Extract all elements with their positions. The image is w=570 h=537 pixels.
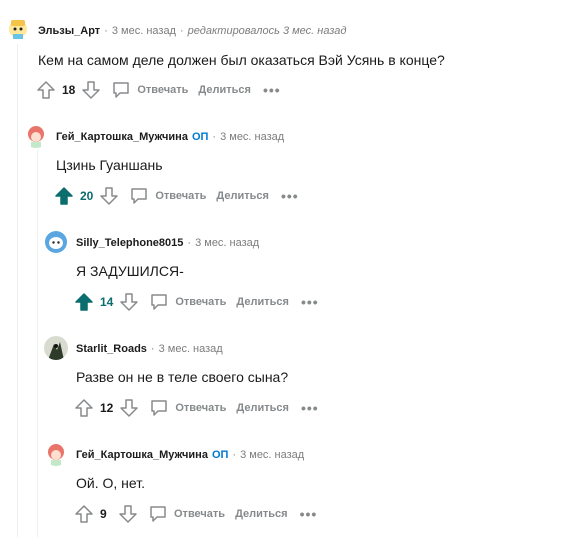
upvote-icon[interactable] bbox=[74, 504, 94, 524]
reply-label: Отвечать bbox=[175, 402, 227, 414]
comment-icon bbox=[151, 294, 168, 310]
more-options-icon[interactable]: ••• bbox=[301, 400, 319, 416]
comment-meta: Эльзы_Арт · 3 мес. назад · редактировало… bbox=[38, 25, 346, 37]
author-name[interactable]: Гей_Картошка_Мужчина bbox=[56, 131, 188, 143]
reply-button[interactable]: Отвечать bbox=[129, 186, 206, 206]
vote-score: 20 bbox=[80, 189, 94, 203]
separator: · bbox=[212, 131, 217, 143]
comment-icon bbox=[131, 188, 148, 204]
separator: · bbox=[104, 25, 108, 37]
separator: · bbox=[187, 237, 192, 249]
vote-score: 18 bbox=[62, 83, 76, 97]
upvote-icon[interactable] bbox=[74, 292, 94, 312]
upvote-icon[interactable] bbox=[74, 398, 94, 418]
separator: · bbox=[150, 343, 155, 355]
op-badge: ОП bbox=[211, 449, 229, 461]
avatar[interactable] bbox=[44, 442, 68, 466]
avatar[interactable] bbox=[6, 16, 30, 40]
comment-actions: 14 Отвечать Делиться ••• bbox=[74, 292, 319, 312]
author-name[interactable]: Эльзы_Арт bbox=[38, 25, 100, 37]
reply-button[interactable]: Отвечать bbox=[149, 398, 226, 418]
timestamp[interactable]: 3 мес. назад bbox=[112, 25, 176, 37]
comment-text: Разве он не в теле своего сына? bbox=[76, 369, 289, 385]
separator: · bbox=[232, 449, 237, 461]
reply-button[interactable]: Отвечать bbox=[148, 504, 225, 524]
reply-label: Отвечать bbox=[174, 508, 226, 520]
timestamp[interactable]: 3 мес. назад bbox=[159, 343, 223, 355]
downvote-icon[interactable] bbox=[99, 186, 119, 206]
avatar[interactable] bbox=[44, 336, 68, 360]
share-button[interactable]: Делиться bbox=[198, 84, 251, 96]
comment-icon bbox=[151, 400, 168, 416]
upvote-icon[interactable] bbox=[54, 186, 74, 206]
comment-icon bbox=[150, 506, 166, 522]
share-label: Делиться bbox=[216, 190, 269, 202]
author-name[interactable]: Гей_Картошка_Мужчина bbox=[76, 449, 208, 461]
share-label: Делиться bbox=[236, 402, 289, 414]
downvote-icon[interactable] bbox=[119, 398, 139, 418]
thread-line-level-1[interactable] bbox=[17, 44, 18, 537]
comment-text: Я ЗАДУШИЛСЯ- bbox=[76, 263, 184, 279]
downvote-icon[interactable] bbox=[81, 80, 101, 100]
author-name[interactable]: Silly_Telephone8015 bbox=[76, 237, 183, 249]
avatar[interactable] bbox=[44, 230, 68, 254]
more-options-icon[interactable]: ••• bbox=[301, 294, 319, 310]
reply-label: Отвечать bbox=[137, 84, 189, 96]
comment-text: Кем на самом деле должен был оказаться В… bbox=[38, 52, 445, 68]
comment-icon bbox=[113, 82, 130, 98]
reply-label: Отвечать bbox=[175, 296, 227, 308]
comment-meta: Гей_Картошка_Мужчина ОП · 3 мес. назад bbox=[56, 131, 284, 143]
thread-line-level-2[interactable] bbox=[37, 150, 38, 537]
comment-meta: Гей_Картошка_Мужчина ОП · 3 мес. назад bbox=[76, 449, 304, 461]
comment-meta: Silly_Telephone8015 · 3 мес. назад bbox=[76, 237, 259, 249]
avatar[interactable] bbox=[24, 124, 48, 148]
separator: · bbox=[179, 25, 184, 37]
share-label: Делиться bbox=[235, 508, 288, 520]
timestamp[interactable]: 3 мес. назад bbox=[240, 449, 304, 461]
vote-score: 14 bbox=[100, 295, 114, 309]
comment-text: Ой. О, нет. bbox=[76, 475, 145, 491]
edited-label: редактировалось 3 мес. назад bbox=[187, 25, 347, 37]
comment-actions: 9 Отвечать Делиться ••• bbox=[74, 504, 317, 524]
timestamp[interactable]: 3 мес. назад bbox=[220, 131, 284, 143]
op-badge: ОП bbox=[191, 131, 209, 143]
vote-score: 9 bbox=[100, 507, 107, 521]
share-button[interactable]: Делиться bbox=[236, 402, 289, 414]
comment-meta: Starlit_Roads · 3 мес. назад bbox=[76, 343, 223, 355]
vote-score: 12 bbox=[100, 401, 114, 415]
downvote-icon[interactable] bbox=[118, 504, 138, 524]
more-options-icon[interactable]: ••• bbox=[281, 188, 299, 204]
timestamp[interactable]: 3 мес. назад bbox=[195, 237, 259, 249]
share-button[interactable]: Делиться bbox=[235, 508, 288, 520]
comment-actions: 12 Отвечать Делиться ••• bbox=[74, 398, 319, 418]
share-label: Делиться bbox=[198, 84, 251, 96]
share-button[interactable]: Делиться bbox=[216, 190, 269, 202]
comment-text: Цзинь Гуаншань bbox=[56, 157, 163, 173]
reply-button[interactable]: Отвечать bbox=[111, 80, 188, 100]
share-label: Делиться bbox=[236, 296, 289, 308]
author-name[interactable]: Starlit_Roads bbox=[76, 343, 147, 355]
comment-actions: 20 Отвечать Делиться ••• bbox=[54, 186, 299, 206]
reply-label: Отвечать bbox=[155, 190, 207, 202]
share-button[interactable]: Делиться bbox=[236, 296, 289, 308]
comment-actions: 18 Отвечать Делиться ••• bbox=[36, 80, 281, 100]
more-options-icon[interactable]: ••• bbox=[263, 82, 281, 98]
more-options-icon[interactable]: ••• bbox=[300, 506, 318, 522]
downvote-icon[interactable] bbox=[119, 292, 139, 312]
reply-button[interactable]: Отвечать bbox=[149, 292, 226, 312]
upvote-icon[interactable] bbox=[36, 80, 56, 100]
